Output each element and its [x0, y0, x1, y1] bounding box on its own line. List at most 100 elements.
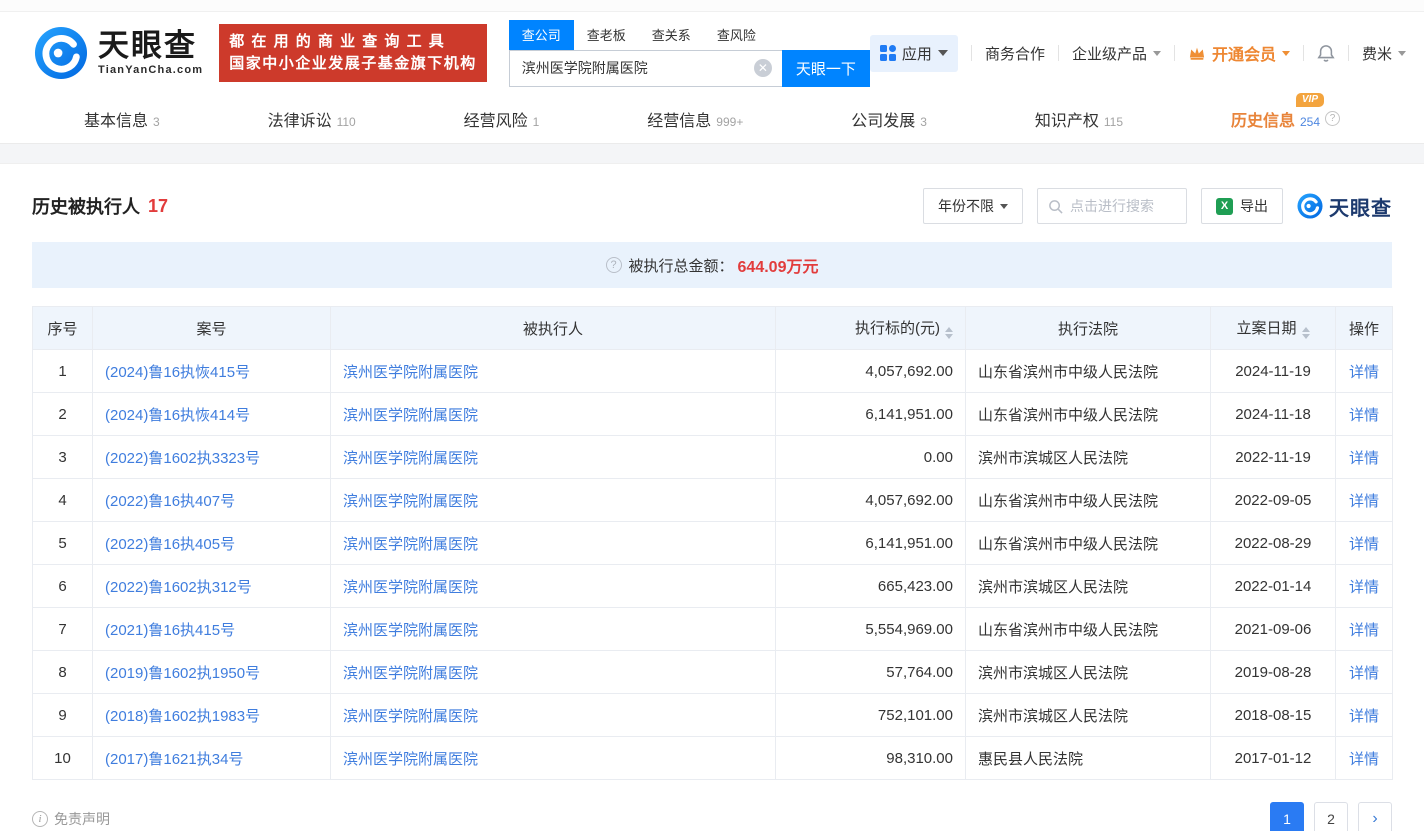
company-tab[interactable]: 基本信息 3 — [84, 107, 160, 131]
executed-person-link[interactable]: 滨州医学院附属医院 — [343, 407, 478, 424]
case-number-link[interactable]: (2019)鲁1602执1950号 — [105, 665, 260, 682]
page-button-2[interactable]: 2 — [1314, 802, 1348, 831]
search-scope-tab[interactable]: 查公司 — [509, 20, 574, 50]
next-page-button[interactable]: › — [1358, 802, 1392, 831]
user-menu[interactable]: 费米 — [1362, 43, 1406, 64]
executed-person-link[interactable]: 滨州医学院附属医院 — [343, 450, 478, 467]
table-row: 2 (2024)鲁16执恢414号 滨州医学院附属医院 6,141,951.00… — [33, 393, 1393, 436]
company-tab[interactable]: 经营信息 999+ — [647, 107, 743, 131]
table-footer: i 免责声明 1 2 › — [32, 802, 1392, 831]
case-number-link[interactable]: (2024)鲁16执恢415号 — [105, 364, 250, 381]
executed-person-link[interactable]: 滨州医学院附属医院 — [343, 665, 478, 682]
detail-link[interactable]: 详情 — [1349, 708, 1379, 725]
filing-date: 2022-11-19 — [1211, 436, 1336, 479]
executed-person-link[interactable]: 滨州医学院附属医院 — [343, 751, 478, 768]
executed-person-link[interactable]: 滨州医学院附属医院 — [343, 708, 478, 725]
search-scope-tab[interactable]: 查风险 — [704, 20, 769, 50]
executed-person-link[interactable]: 滨州医学院附属医院 — [343, 536, 478, 553]
vip-upgrade-menu[interactable]: 开通会员 — [1188, 41, 1290, 65]
table-row: 6 (2022)鲁1602执312号 滨州医学院附属医院 665,423.00 … — [33, 565, 1393, 608]
sort-icon[interactable] — [945, 327, 953, 339]
vip-label: 开通会员 — [1212, 41, 1276, 65]
case-number-link[interactable]: (2024)鲁16执恢414号 — [105, 407, 250, 424]
company-tab[interactable]: 知识产权 115 — [1035, 107, 1123, 131]
executed-person-link[interactable]: 滨州医学院附属医院 — [343, 622, 478, 639]
table-search-input[interactable]: 点击进行搜索 — [1037, 188, 1187, 224]
detail-link[interactable]: 详情 — [1349, 364, 1379, 381]
detail-link[interactable]: 详情 — [1349, 665, 1379, 682]
sort-icon[interactable] — [1302, 327, 1310, 339]
export-button[interactable]: X 导出 — [1201, 188, 1283, 224]
notifications-button[interactable] — [1317, 44, 1335, 63]
filing-date: 2019-08-28 — [1211, 651, 1336, 694]
execution-amount: 5,554,969.00 — [776, 608, 966, 651]
apps-menu[interactable]: 应用 — [870, 35, 958, 72]
execution-amount: 6,141,951.00 — [776, 522, 966, 565]
tab-label: 历史信息 — [1231, 107, 1295, 131]
page-button-1[interactable]: 1 — [1270, 802, 1304, 831]
disclaimer-link[interactable]: i 免责声明 — [32, 809, 110, 829]
case-number-link[interactable]: (2018)鲁1602执1983号 — [105, 708, 260, 725]
tianyancha-logo[interactable]: 天眼查 TianYanCha.com — [34, 26, 203, 80]
table-header-row: 序号 案号 被执行人 执行标的(元) 执行法院 立案日期 操作 — [33, 307, 1393, 350]
col-amount[interactable]: 执行标的(元) — [776, 307, 966, 350]
detail-link[interactable]: 详情 — [1349, 622, 1379, 639]
case-number-link[interactable]: (2022)鲁16执405号 — [105, 536, 235, 553]
table-row: 1 (2024)鲁16执恢415号 滨州医学院附属医院 4,057,692.00… — [33, 350, 1393, 393]
detail-link[interactable]: 详情 — [1349, 493, 1379, 510]
execution-court: 惠民县人民法院 — [966, 737, 1211, 780]
help-icon[interactable]: ? — [606, 257, 622, 273]
search-tabs: 查公司查老板查关系查风险 — [509, 20, 870, 50]
excel-icon: X — [1216, 198, 1233, 215]
divider — [1058, 45, 1059, 61]
cooperation-link[interactable]: 商务合作 — [985, 43, 1045, 64]
enterprise-menu[interactable]: 企业级产品 — [1072, 43, 1161, 64]
detail-link[interactable]: 详情 — [1349, 407, 1379, 424]
company-tab[interactable]: 公司发展 3 — [851, 107, 927, 131]
execution-court: 山东省滨州市中级人民法院 — [966, 522, 1211, 565]
case-number-link[interactable]: (2021)鲁16执415号 — [105, 622, 235, 639]
col-no: 序号 — [33, 307, 93, 350]
search-icon — [1048, 199, 1063, 214]
year-filter-dropdown[interactable]: 年份不限 — [923, 188, 1023, 224]
case-number-link[interactable]: (2022)鲁16执407号 — [105, 493, 235, 510]
executed-person-link[interactable]: 滨州医学院附属医院 — [343, 364, 478, 381]
promo-line1: 都 在 用 的 商 业 查 询 工 具 — [229, 31, 477, 53]
chevron-down-icon — [1000, 204, 1008, 209]
filing-date: 2022-09-05 — [1211, 479, 1336, 522]
filing-date: 2024-11-18 — [1211, 393, 1336, 436]
execution-court: 滨州市滨城区人民法院 — [966, 694, 1211, 737]
detail-link[interactable]: 详情 — [1349, 536, 1379, 553]
company-tabbar: 基本信息 3 法律诉讼 110 经营风险 1 经营信息 999+ 公司发展 3 … — [0, 94, 1424, 144]
detail-link[interactable]: 详情 — [1349, 450, 1379, 467]
main-content: 历史被执行人 17 年份不限 点击进行搜索 X 导出 — [0, 188, 1424, 831]
clear-icon[interactable]: ✕ — [754, 59, 772, 77]
search-scope-tab[interactable]: 查老板 — [574, 20, 639, 50]
divider — [1303, 45, 1304, 61]
case-number-link[interactable]: (2022)鲁1602执312号 — [105, 579, 252, 596]
filing-date: 2021-09-06 — [1211, 608, 1336, 651]
search-button[interactable]: 天眼一下 — [782, 50, 870, 87]
total-amount-value: 644.09万元 — [738, 253, 819, 277]
detail-link[interactable]: 详情 — [1349, 751, 1379, 768]
row-number: 6 — [33, 565, 93, 608]
executed-person-link[interactable]: 滨州医学院附属医院 — [343, 493, 478, 510]
col-date[interactable]: 立案日期 — [1211, 307, 1336, 350]
case-number-link[interactable]: (2022)鲁1602执3323号 — [105, 450, 260, 467]
detail-link[interactable]: 详情 — [1349, 579, 1379, 596]
company-tab[interactable]: VIP 历史信息 254 ? — [1231, 107, 1340, 131]
search-input[interactable] — [509, 50, 782, 87]
tab-count: 115 — [1104, 115, 1123, 129]
execution-amount: 98,310.00 — [776, 737, 966, 780]
divider — [1174, 45, 1175, 61]
company-tab[interactable]: 经营风险 1 — [464, 107, 540, 131]
help-icon[interactable]: ? — [1325, 111, 1340, 126]
watermark-text: 天眼查 — [1329, 192, 1392, 221]
col-court: 执行法院 — [966, 307, 1211, 350]
case-number-link[interactable]: (2017)鲁1621执34号 — [105, 751, 243, 768]
executed-persons-table: 序号 案号 被执行人 执行标的(元) 执行法院 立案日期 操作 1 (2024)… — [32, 306, 1393, 780]
executed-person-link[interactable]: 滨州医学院附属医院 — [343, 579, 478, 596]
filing-date: 2017-01-12 — [1211, 737, 1336, 780]
company-tab[interactable]: 法律诉讼 110 — [268, 107, 356, 131]
search-scope-tab[interactable]: 查关系 — [639, 20, 704, 50]
